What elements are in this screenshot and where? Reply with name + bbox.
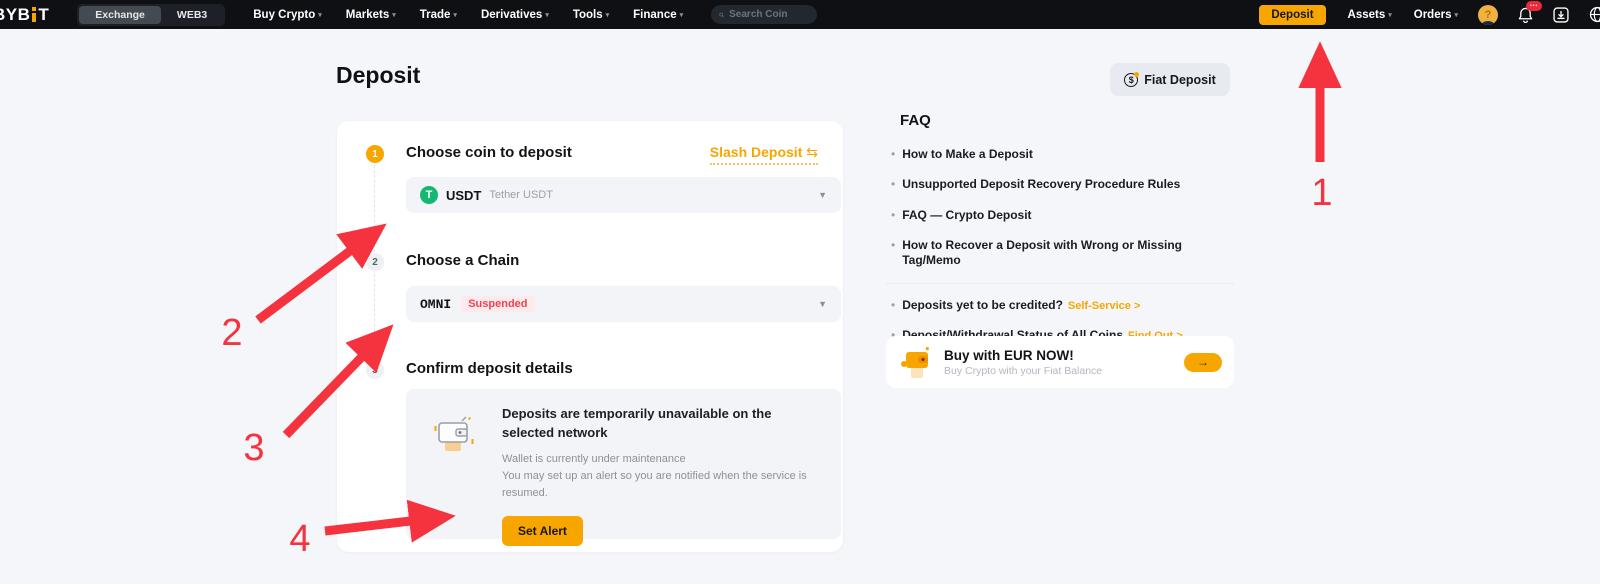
bullet-icon: • (891, 297, 896, 312)
faq-link-self-service[interactable]: • Deposits yet to be credited? Self-Serv… (886, 298, 1234, 312)
banner-arrow-button[interactable]: → (1184, 352, 1222, 372)
arrow-label-3: 3 (243, 427, 264, 469)
coin-select-dropdown[interactable]: T USDT Tether USDT ▼ (406, 177, 841, 213)
banner-subtitle: Buy Crypto with your Fiat Balance (944, 364, 1103, 377)
step-3-title: Confirm deposit details (406, 360, 573, 377)
notification-badge: ••• (1526, 0, 1543, 11)
faq-links: • How to Make a Deposit • Unsupported De… (886, 147, 1234, 343)
fiat-deposit-button[interactable]: $ Fiat Deposit (1110, 63, 1230, 96)
banner-title: Buy with EUR NOW! (944, 347, 1074, 363)
warning-title: Deposits are temporarily unavailable on … (502, 406, 772, 440)
coin-search[interactable] (711, 5, 818, 24)
bullet-icon: • (891, 238, 896, 253)
arrow-label-4: 4 (289, 518, 310, 560)
fiat-coin-icon: $ (1124, 71, 1140, 87)
step-2-title: Choose a Chain (406, 252, 520, 269)
swap-icon: ⇆ (806, 144, 818, 160)
menu-trade[interactable]: Trade ▾ (420, 9, 457, 21)
suspended-badge: Suspended (461, 296, 535, 312)
slash-deposit-link[interactable]: Slash Deposit ⇆ (709, 144, 818, 165)
tab-exchange[interactable]: Exchange (79, 5, 161, 24)
step-1-title: Choose coin to deposit (406, 144, 572, 161)
nav-right-group: Deposit Assets ▾ Orders ▾ ? ••• (1259, 0, 1600, 25)
faq-link-crypto-deposit[interactable]: • FAQ — Crypto Deposit (886, 208, 1234, 222)
main-menu: Buy Crypto ▾ Markets ▾ Trade ▾ Derivatives ▾… (253, 9, 707, 21)
deposit-steps-card: 1 Choose coin to deposit Slash Deposit ⇆… (337, 121, 843, 552)
chevron-down-icon: ▾ (545, 11, 549, 19)
warning-text-block: Deposits are temporarily unavailable on … (502, 405, 823, 546)
tab-web3[interactable]: WEB3 (161, 6, 223, 24)
warning-subtext: Wallet is currently under maintenance Yo… (502, 452, 807, 499)
download-icon (1553, 6, 1569, 23)
coin-symbol: USDT (446, 187, 482, 203)
buy-eur-banner[interactable]: Buy with EUR NOW! Buy Crypto with your F… (886, 336, 1234, 388)
search-input[interactable] (729, 9, 810, 20)
tether-icon: T (420, 186, 438, 204)
arrow-label-2: 2 (221, 312, 242, 354)
step-2-indicator: 2 (366, 253, 384, 271)
chevron-down-icon: ▾ (605, 11, 610, 19)
faq-link-how-to-deposit[interactable]: • How to Make a Deposit (886, 147, 1234, 161)
chevron-down-icon: ▼ (818, 190, 827, 200)
download-app-button[interactable] (1553, 6, 1569, 23)
chevron-down-icon: ▾ (679, 11, 684, 19)
bybit-logo[interactable]: BYB T (0, 5, 49, 25)
deposit-button[interactable]: Deposit (1259, 4, 1326, 25)
maintenance-warning-box: Deposits are temporarily unavailable on … (406, 389, 841, 546)
search-icon (719, 12, 724, 17)
menu-orders[interactable]: Orders ▾ (1414, 9, 1458, 21)
user-avatar[interactable]: ? (1478, 4, 1498, 25)
bybit-deposit-page: BYB T Exchange WEB3 Buy Crypto▾ Markets▾… (0, 0, 1600, 584)
step-1-indicator: 1 (366, 145, 384, 163)
globe-icon (1589, 6, 1600, 23)
logo-text-suffix: T (38, 4, 50, 24)
menu-buy-crypto[interactable]: Buy Crypto ▾ (253, 9, 322, 21)
notifications-button[interactable]: ••• (1518, 0, 1543, 23)
chain-select-dropdown[interactable]: OMNI Suspended ▼ (406, 286, 841, 322)
self-service-link[interactable]: Self-Service > (1068, 300, 1140, 312)
menu-finance[interactable]: Finance ▾ (633, 9, 683, 21)
coin-full-name: Tether USDT (489, 189, 553, 201)
logo-orange-bar-icon (32, 7, 37, 22)
step-3-indicator: 3 (366, 361, 384, 379)
language-button[interactable] (1589, 6, 1600, 23)
wallet-money-icon (901, 346, 930, 378)
faq-divider (886, 282, 1234, 284)
faq-link-recover-tag-memo[interactable]: • How to Recover a Deposit with Wrong or… (886, 238, 1234, 267)
chevron-down-icon: ▾ (392, 11, 396, 19)
top-navigation-bar: BYB T Exchange WEB3 Buy Crypto▾ Markets▾… (0, 0, 1600, 29)
chevron-down-icon: ▾ (453, 11, 457, 19)
wallet-maintenance-icon (432, 405, 476, 539)
menu-tools[interactable]: Tools ▾ (573, 9, 609, 21)
logo-text: BYB (0, 4, 31, 24)
page-title: Deposit (336, 62, 421, 88)
set-alert-button[interactable]: Set Alert (502, 515, 583, 546)
faq-link-unsupported-recovery[interactable]: • Unsupported Deposit Recovery Procedure… (886, 177, 1234, 191)
arrow-label-1: 1 (1311, 172, 1332, 214)
chevron-down-icon: ▼ (818, 299, 827, 309)
bullet-icon: • (891, 207, 896, 222)
banner-text: Buy with EUR NOW! Buy Crypto with your F… (944, 348, 1102, 377)
chain-name: OMNI (420, 296, 452, 312)
chevron-down-icon: ▾ (318, 11, 322, 19)
bullet-icon: • (891, 147, 896, 161)
faq-title: FAQ (900, 112, 931, 129)
chevron-down-icon: ▾ (1388, 11, 1392, 19)
menu-assets[interactable]: Assets ▾ (1348, 9, 1392, 21)
menu-markets[interactable]: Markets ▾ (346, 9, 396, 21)
chevron-down-icon: ▾ (1454, 11, 1458, 19)
menu-derivatives[interactable]: Derivatives ▾ (481, 9, 549, 21)
product-switcher: Exchange WEB3 (77, 3, 226, 26)
faq-section: FAQ • How to Make a Deposit • Unsupporte… (886, 112, 1234, 359)
bullet-icon: • (891, 177, 896, 192)
